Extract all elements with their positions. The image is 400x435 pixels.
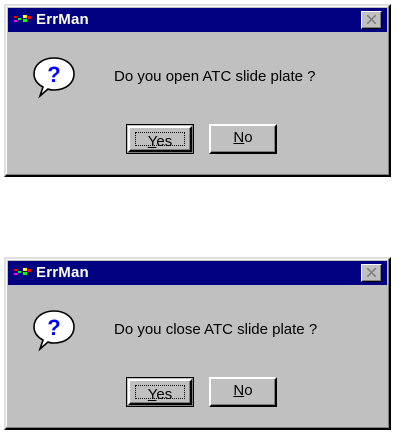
close-icon bbox=[367, 268, 376, 277]
question-icon: ? bbox=[33, 57, 75, 99]
dialog-message: Do you close ATC slide plate ? bbox=[114, 321, 318, 338]
close-button[interactable] bbox=[361, 11, 382, 29]
no-label-rest: o bbox=[244, 382, 253, 399]
yes-button[interactable]: Yes bbox=[126, 124, 194, 154]
window-title: ErrMan bbox=[36, 264, 89, 281]
window-title: ErrMan bbox=[36, 11, 89, 28]
close-button[interactable] bbox=[361, 264, 382, 282]
svg-text:?: ? bbox=[47, 315, 60, 340]
no-mnemonic: N bbox=[233, 129, 245, 146]
yes-label-rest: es bbox=[156, 386, 173, 403]
yes-label-rest: es bbox=[156, 133, 173, 150]
close-icon bbox=[367, 15, 376, 24]
no-mnemonic: N bbox=[233, 382, 245, 399]
question-icon: ? bbox=[33, 310, 75, 352]
errman-dialog-open: ErrMan ? Do you open ATC slide plate ? Y… bbox=[4, 4, 391, 177]
dialog-message: Do you open ATC slide plate ? bbox=[114, 68, 316, 85]
no-button[interactable]: No bbox=[209, 124, 277, 154]
no-button[interactable]: No bbox=[209, 377, 277, 407]
errman-dialog-close: ErrMan ? Do you close ATC slide plate ? … bbox=[4, 257, 391, 430]
title-bar[interactable]: ErrMan bbox=[8, 261, 387, 285]
svg-text:?: ? bbox=[47, 62, 60, 87]
no-label-rest: o bbox=[244, 129, 253, 146]
title-bar[interactable]: ErrMan bbox=[8, 8, 387, 32]
errman-app-icon bbox=[14, 15, 31, 22]
yes-button[interactable]: Yes bbox=[126, 377, 194, 407]
errman-app-icon bbox=[14, 268, 31, 275]
